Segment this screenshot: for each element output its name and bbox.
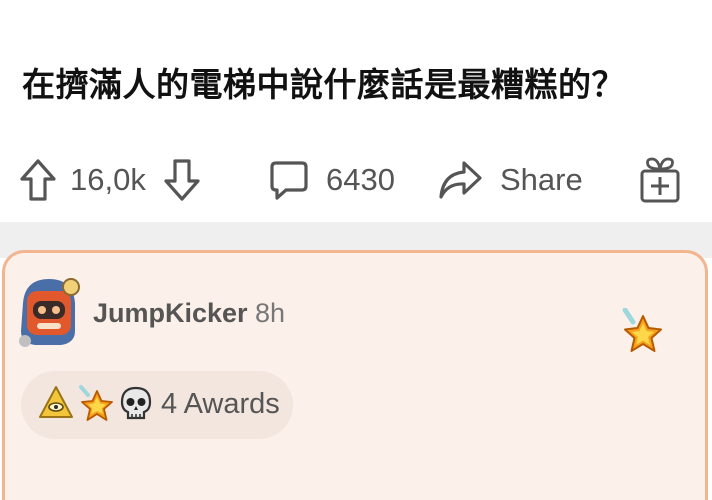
comment-bubble-icon <box>268 158 310 202</box>
vote-count: 16,0k <box>70 140 146 220</box>
upvote-arrow-icon[interactable] <box>18 157 58 203</box>
gift-icon <box>638 155 682 205</box>
comment-username[interactable]: JumpKicker <box>93 298 248 329</box>
share-arrow-icon <box>436 158 484 202</box>
upvote-button[interactable] <box>18 140 58 220</box>
star-award-small-icon <box>77 383 115 429</box>
awards-count-label: 4 Awards <box>161 388 280 420</box>
downvote-arrow-icon[interactable] <box>162 157 202 203</box>
star-award-icon <box>619 307 663 362</box>
award-gift-button[interactable] <box>638 140 682 220</box>
share-button[interactable]: Share <box>436 140 583 220</box>
share-label: Share <box>500 162 583 197</box>
comment-count: 6430 <box>326 162 395 197</box>
comment-card: JumpKicker 8h 4 Awards <box>2 250 708 500</box>
pyramid-award-icon <box>37 383 75 429</box>
downvote-button[interactable] <box>162 140 202 220</box>
avatar[interactable] <box>13 273 83 349</box>
awards-pill[interactable]: 4 Awards <box>21 371 293 439</box>
comment-timestamp: 8h <box>255 298 286 328</box>
post-action-bar: 16,0k 6430 Share <box>0 140 712 220</box>
skull-award-icon <box>117 383 155 429</box>
comments-button[interactable]: 6430 <box>268 140 395 220</box>
post-title: 在擠滿人的電梯中說什麼話是最糟糕的？ <box>22 65 625 104</box>
upvote-count: 16,0k <box>70 162 146 197</box>
